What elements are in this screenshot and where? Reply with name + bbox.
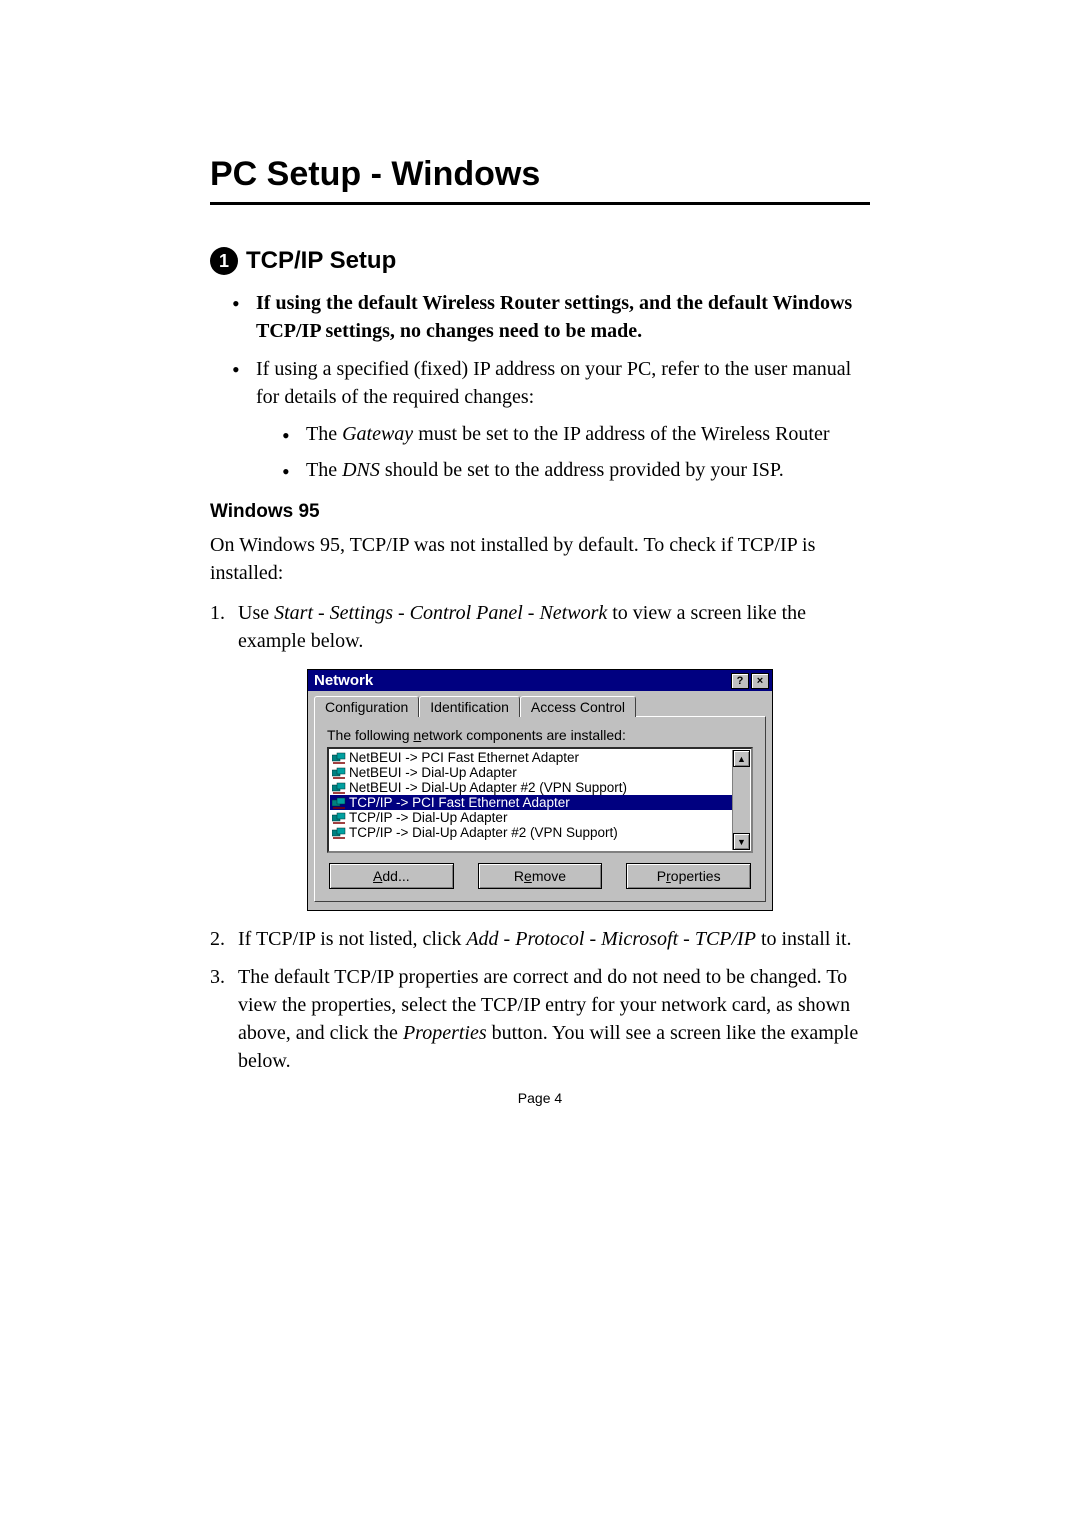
ordered-steps-2: If TCP/IP is not listed, click Add - Pro… [210,925,870,1075]
protocol-icon [332,767,346,779]
protocol-icon [332,782,346,794]
tab-configuration[interactable]: Configuration [314,696,419,717]
list-item: If TCP/IP is not listed, click Add - Pro… [210,925,870,953]
list-item[interactable]: TCP/IP -> Dial-Up Adapter #2 (VPN Suppor… [330,825,732,840]
tab-identification[interactable]: Identification [419,696,520,717]
list-item-text: If using a specified (fixed) IP address … [256,358,851,408]
paragraph: On Windows 95, TCP/IP was not installed … [210,531,870,587]
dialog-titlebar: Network ? × [308,670,772,691]
list-item-text: TCP/IP -> Dial-Up Adapter [349,810,507,825]
titlebar-buttons: ? × [731,673,769,689]
list-item: If using a specified (fixed) IP address … [232,355,870,485]
scroll-down-button[interactable]: ▼ [733,833,750,850]
dialog-body: Configuration Identification Access Cont… [308,691,772,910]
protocol-icon [332,752,346,764]
page-label: Page [518,1090,555,1106]
section-title: TCP/IP Setup [246,247,396,275]
network-dialog: Network ? × Configuration Identification… [307,669,773,911]
list-item[interactable]: TCP/IP -> Dial-Up Adapter [330,810,732,825]
section-number-badge: 1 [210,247,238,275]
ordered-steps-1: Use Start - Settings - Control Panel - N… [210,599,870,655]
list-item-text: NetBEUI -> PCI Fast Ethernet Adapter [349,750,579,765]
tab-strip: Configuration Identification Access Cont… [314,695,766,716]
list-item: The DNS should be set to the address pro… [282,455,870,485]
protocol-icon [332,812,346,824]
list-item[interactable]: NetBEUI -> Dial-Up Adapter #2 (VPN Suppo… [330,780,732,795]
properties-button[interactable]: Properties [626,863,751,889]
sub-bullet-list: The Gateway must be set to the IP addres… [282,419,870,485]
help-button[interactable]: ? [731,673,749,689]
list-item[interactable]: NetBEUI -> Dial-Up Adapter [330,765,732,780]
list-item-text: TCP/IP -> PCI Fast Ethernet Adapter [349,795,570,810]
figure-network-dialog: Network ? × Configuration Identification… [210,669,870,911]
close-button[interactable]: × [751,673,769,689]
list-item: The default TCP/IP properties are correc… [210,963,870,1075]
list-item: Use Start - Settings - Control Panel - N… [210,599,870,655]
page-content: PC Setup - Windows 1 TCP/IP Setup If usi… [210,155,870,1075]
list-item: If using the default Wireless Router set… [232,289,870,345]
add-button[interactable]: Add... [329,863,454,889]
tab-panel: The following network components are ins… [314,716,766,902]
list-item-text: TCP/IP -> Dial-Up Adapter #2 (VPN Suppor… [349,825,618,840]
main-bullet-list: If using the default Wireless Router set… [232,289,870,485]
remove-button[interactable]: Remove [478,863,603,889]
page-title: PC Setup - Windows [210,155,870,194]
list-item-text: NetBEUI -> Dial-Up Adapter [349,765,517,780]
subheading-windows95: Windows 95 [210,501,870,523]
scroll-up-button[interactable]: ▲ [733,750,750,767]
components-label: The following network components are ins… [327,727,753,743]
list-item-text: NetBEUI -> Dial-Up Adapter #2 (VPN Suppo… [349,780,627,795]
protocol-icon [332,827,346,839]
title-rule [210,202,870,205]
list-item[interactable]: TCP/IP -> PCI Fast Ethernet Adapter [330,795,732,810]
dialog-title: Network [314,672,373,689]
page-number-value: 4 [554,1090,562,1106]
dialog-button-row: Add... Remove Properties [327,863,753,889]
section-heading: 1 TCP/IP Setup [210,247,870,275]
protocol-icon [332,797,346,809]
list-inner: NetBEUI -> PCI Fast Ethernet AdapterNetB… [330,750,732,850]
list-item[interactable]: NetBEUI -> PCI Fast Ethernet Adapter [330,750,732,765]
listbox-scrollbar[interactable]: ▲ ▼ [732,750,750,850]
components-listbox[interactable]: NetBEUI -> PCI Fast Ethernet AdapterNetB… [327,747,753,853]
list-item: The Gateway must be set to the IP addres… [282,419,870,449]
tab-access-control[interactable]: Access Control [520,696,636,717]
page-number: Page 4 [0,1090,1080,1106]
